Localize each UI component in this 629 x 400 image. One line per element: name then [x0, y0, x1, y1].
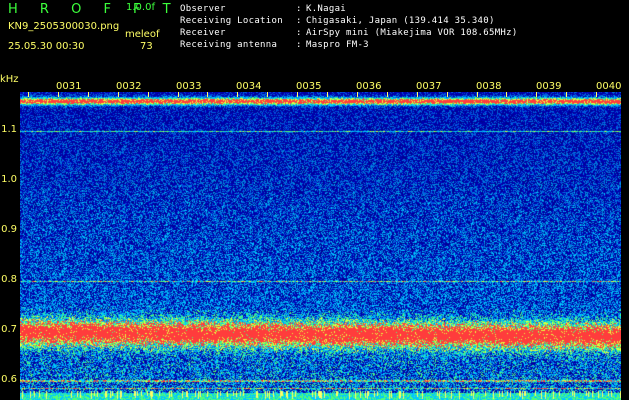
minute-tick [58, 92, 59, 97]
y-tick-label: 0.6 [1, 374, 17, 385]
timestamp: 25.05.30 00:30 [8, 41, 85, 52]
info-value-observer: K.Nagai [306, 4, 347, 14]
minute-tick [297, 92, 298, 97]
minute-tick [88, 92, 89, 97]
info-label-receiver: Receiver [180, 28, 226, 38]
y-tick-label: 0.8 [1, 274, 17, 285]
x-tick-label: 0039 [536, 81, 562, 92]
station-count: 73 [140, 41, 153, 52]
info-label-antenna: Receiving antenna [180, 40, 278, 50]
y-tick-label: 1.1 [1, 124, 17, 135]
x-tick-label: 0040 [596, 81, 622, 92]
x-tick-label: 0036 [356, 81, 382, 92]
minute-tick [447, 92, 448, 97]
info-separator: : [296, 4, 302, 14]
minute-tick [477, 92, 478, 97]
x-tick-label: 0032 [116, 81, 142, 92]
spectrogram-plot[interactable] [20, 92, 621, 400]
minute-tick [118, 92, 119, 97]
minute-tick [566, 92, 567, 97]
file-name: KN9_2505300030.png [8, 21, 120, 32]
info-label-location: Receiving Location [180, 16, 283, 26]
station-code: meleof [125, 29, 160, 40]
x-tick-label: 0033 [176, 81, 202, 92]
y-axis-unit: kHz [0, 74, 19, 85]
app-version: 1.0.0f [126, 2, 155, 13]
info-value-location: Chigasaki, Japan (139.414 35.340) [306, 16, 495, 26]
minute-tick [178, 92, 179, 97]
minute-tick [148, 92, 149, 97]
minute-tick [327, 92, 328, 97]
x-tick-label: 0034 [236, 81, 262, 92]
x-tick-label: 0035 [296, 81, 322, 92]
y-tick-label: 0.9 [1, 224, 17, 235]
x-tick-label: 0037 [416, 81, 442, 92]
info-separator: : [296, 16, 302, 26]
x-tick-label: 0038 [476, 81, 502, 92]
y-tick-label: 0.7 [1, 324, 17, 335]
info-value-receiver: AirSpy mini (Miakejima VOR 108.65MHz) [306, 28, 518, 38]
x-tick-label: 0031 [56, 81, 82, 92]
minute-tick-marks [20, 92, 621, 98]
info-separator: : [296, 40, 302, 50]
spectrogram-canvas[interactable] [20, 92, 621, 400]
info-label-observer: Observer [180, 4, 226, 14]
info-separator: : [296, 28, 302, 38]
minute-tick [417, 92, 418, 97]
minute-tick [506, 92, 507, 97]
minute-tick [596, 92, 597, 97]
minute-tick [237, 92, 238, 97]
minute-tick [536, 92, 537, 97]
y-tick-label: 1.0 [1, 174, 17, 185]
minute-tick [387, 92, 388, 97]
minute-tick [28, 92, 29, 97]
minute-tick [357, 92, 358, 97]
info-value-antenna: Maspro FM-3 [306, 40, 369, 50]
minute-tick [207, 92, 208, 97]
minute-tick [267, 92, 268, 97]
